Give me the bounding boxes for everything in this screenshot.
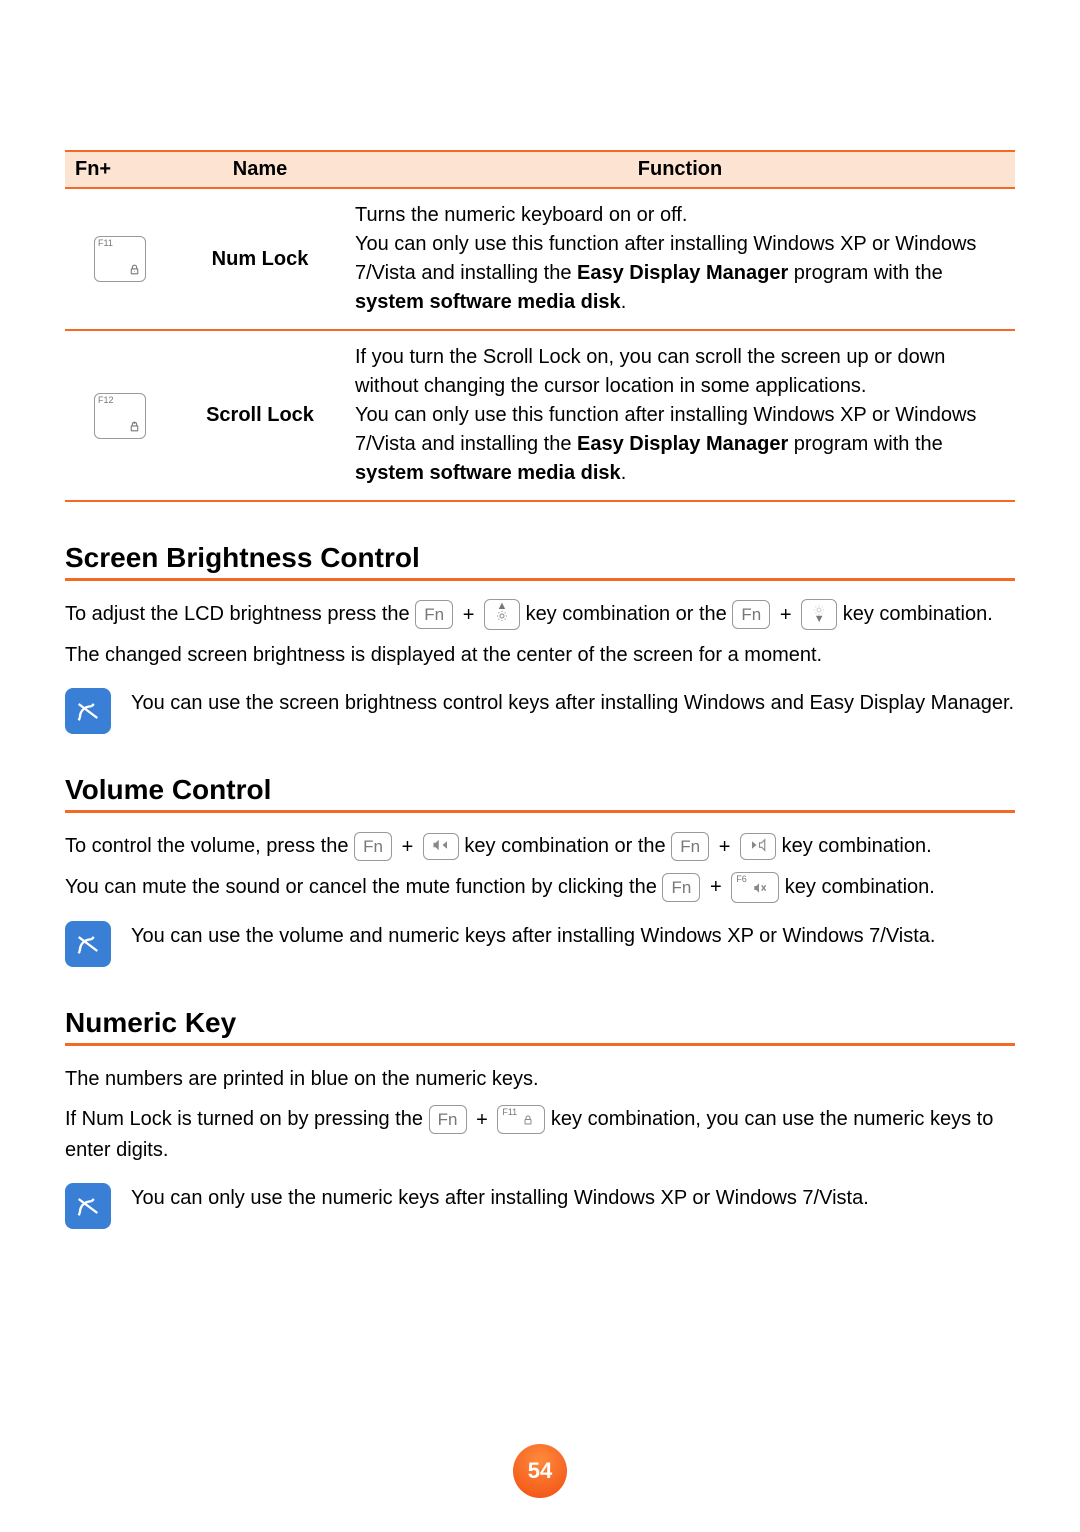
cell-name: Num Lock [175, 188, 345, 330]
key-fn: Fn [415, 600, 453, 629]
note-text: You can use the volume and numeric keys … [131, 921, 935, 951]
table-row: F11 Num Lock Turns the numeric keyboard … [65, 188, 1015, 330]
volume-down-icon [740, 833, 776, 860]
heading-numeric: Numeric Key [65, 1007, 1015, 1039]
fn-key-table: Fn+ Name Function F11 Num Lock Turns the… [65, 150, 1015, 502]
numeric-line2: If Num Lock is turned on by pressing the… [65, 1104, 1015, 1165]
note-icon [65, 1183, 111, 1229]
key-f11-numlock: F11 [497, 1105, 545, 1134]
note-icon [65, 688, 111, 734]
note-text: You can use the screen brightness contro… [131, 688, 1014, 718]
plus-sign: + [780, 600, 792, 630]
volume-line2: You can mute the sound or cancel the mut… [65, 872, 1015, 903]
volume-up-icon [423, 833, 459, 860]
plus-sign: + [402, 832, 414, 862]
key-f6-mute: F6 [731, 872, 779, 903]
th-function: Function [345, 151, 1015, 188]
table-row: F12 Scroll Lock If you turn the Scroll L… [65, 330, 1015, 501]
plus-sign: + [710, 872, 722, 902]
key-f11: F11 [94, 236, 146, 282]
note-volume: You can use the volume and numeric keys … [65, 921, 1015, 967]
key-fn: Fn [354, 832, 392, 861]
volume-line1: To control the volume, press the Fn + ke… [65, 831, 1015, 862]
brightness-line1: To adjust the LCD brightness press the F… [65, 599, 1015, 630]
th-name: Name [175, 151, 345, 188]
plus-sign: + [463, 600, 475, 630]
plus-sign: + [476, 1105, 488, 1135]
brightness-line2: The changed screen brightness is display… [65, 640, 1015, 670]
note-numeric: You can only use the numeric keys after … [65, 1183, 1015, 1229]
plus-sign: + [719, 832, 731, 862]
numlock-icon [128, 263, 141, 278]
cell-name: Scroll Lock [175, 330, 345, 501]
divider [65, 578, 1015, 581]
key-fn: Fn [671, 832, 709, 861]
page-number: 54 [513, 1444, 567, 1498]
note-icon [65, 921, 111, 967]
cell-function: Turns the numeric keyboard on or off.You… [345, 188, 1015, 330]
scrolllock-icon [128, 420, 141, 435]
cell-function: If you turn the Scroll Lock on, you can … [345, 330, 1015, 501]
heading-volume: Volume Control [65, 774, 1015, 806]
note-text: You can only use the numeric keys after … [131, 1183, 869, 1213]
brightness-down-icon: ▼ [801, 599, 837, 630]
heading-brightness: Screen Brightness Control [65, 542, 1015, 574]
brightness-up-icon: ▲ [484, 599, 520, 630]
key-f12: F12 [94, 393, 146, 439]
divider [65, 1043, 1015, 1046]
key-fn: Fn [662, 873, 700, 902]
page: Fn+ Name Function F11 Num Lock Turns the… [0, 0, 1080, 1532]
key-fn: Fn [429, 1105, 467, 1134]
th-fn: Fn+ [65, 151, 175, 188]
note-brightness: You can use the screen brightness contro… [65, 688, 1015, 734]
key-fn: Fn [732, 600, 770, 629]
numeric-line1: The numbers are printed in blue on the n… [65, 1064, 1015, 1094]
divider [65, 810, 1015, 813]
